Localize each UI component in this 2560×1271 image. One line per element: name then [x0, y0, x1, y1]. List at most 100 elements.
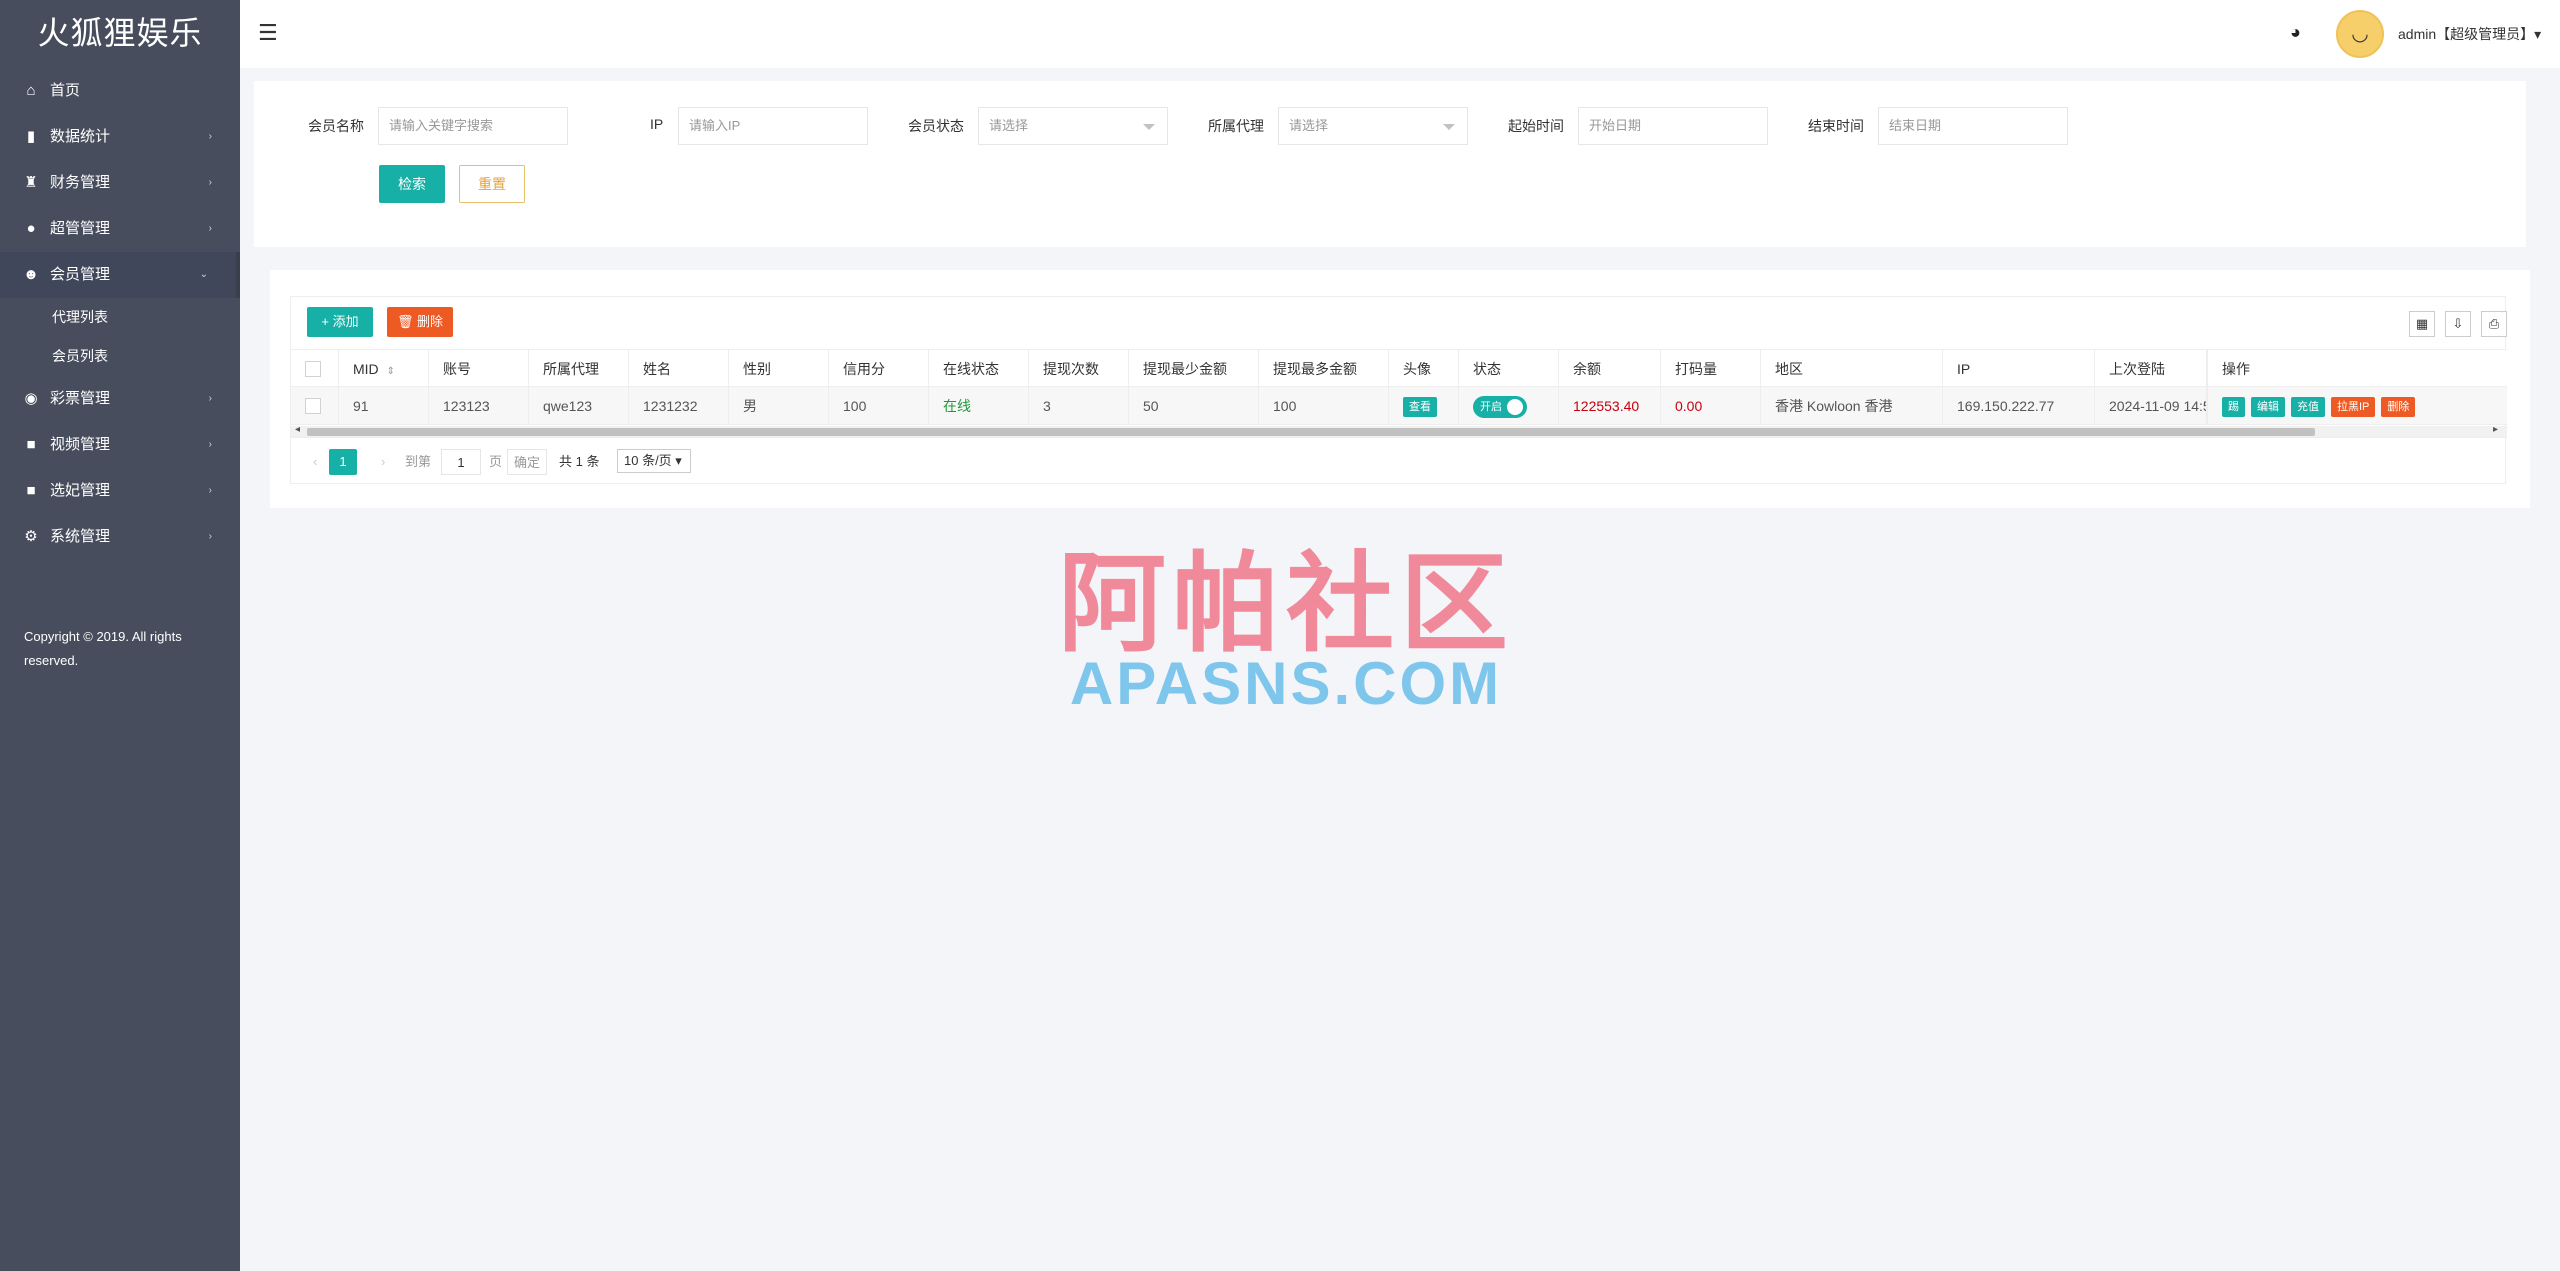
member-status-select[interactable]: 请选择: [978, 107, 1168, 145]
agent-label: 所属代理: [1208, 118, 1264, 134]
kick-button[interactable]: 踢: [2222, 397, 2245, 418]
page-confirm-button[interactable]: 确定: [507, 449, 547, 475]
recharge-button[interactable]: 充值: [2291, 397, 2325, 418]
sidebar-item-label: 彩票管理: [50, 390, 111, 407]
export-icon[interactable]: ⇩: [2445, 311, 2471, 337]
cell-bet-amount: 0.00: [1661, 387, 1761, 425]
col-balance: 余额: [1559, 350, 1661, 388]
cell-mid: 91: [339, 387, 429, 425]
col-mid[interactable]: MID ⇕: [339, 350, 429, 388]
print-icon[interactable]: ⎙: [2481, 311, 2507, 337]
hamburger-menu-icon[interactable]: ☰: [258, 22, 282, 46]
chevron-right-icon: ›: [208, 439, 212, 450]
col-ip: IP: [1943, 350, 2095, 388]
start-date-input[interactable]: 开始日期: [1578, 107, 1768, 145]
sidebar-item-label: 系统管理: [50, 528, 111, 545]
scroll-thumb[interactable]: [307, 428, 2315, 436]
next-page-icon[interactable]: ›: [381, 449, 385, 475]
users-icon: ☻: [23, 266, 39, 283]
col-avatar: 头像: [1389, 350, 1459, 388]
col-online: 在线状态: [929, 350, 1029, 388]
sidebar-item-label: 选妃管理: [50, 482, 111, 499]
col-name: 姓名: [629, 350, 729, 388]
video-icon: ■: [26, 482, 36, 499]
user-menu[interactable]: admin【超级管理员】▾: [2398, 24, 2541, 44]
cell-credit: 100: [829, 387, 929, 425]
sidebar-item-label: 会员管理: [50, 266, 111, 283]
chevron-right-icon: ›: [208, 177, 212, 188]
cell-avatar: 查看: [1389, 387, 1459, 425]
horizontal-scrollbar[interactable]: ◂ ▸: [291, 424, 2507, 438]
page-size-select[interactable]: 10 条/页 ▾: [617, 449, 691, 473]
chevron-down-icon: ⌄: [199, 269, 208, 280]
add-button[interactable]: + 添加: [307, 307, 373, 337]
chevron-right-icon: ›: [208, 223, 212, 234]
gamepad-icon: ◉: [24, 390, 38, 407]
total-count: 共 1 条: [559, 454, 600, 469]
chevron-right-icon: ›: [208, 531, 212, 542]
bank-icon: ♜: [24, 174, 38, 191]
delete-button[interactable]: 🗑 删除: [387, 307, 453, 337]
col-actions: 操作: [2207, 350, 2507, 388]
col-status: 状态: [1459, 350, 1559, 388]
sidebar-item-super-admin[interactable]: ● 超管管理 ›: [0, 206, 240, 252]
sidebar-item-system[interactable]: ⚙ 系统管理 ›: [0, 514, 240, 560]
cell-actions: 踢编辑 充值 拉黑IP 删除: [2207, 387, 2507, 425]
page-1-button[interactable]: 1: [329, 449, 357, 475]
status-toggle[interactable]: 开启: [1473, 396, 1527, 419]
table-row: 91 123123 qwe123 1231232 男 100 在线 3 50 1…: [291, 387, 2507, 425]
chevron-right-icon: ›: [208, 485, 212, 496]
col-gender: 性别: [729, 350, 829, 388]
cell-region: 香港 Kowloon 香港: [1761, 387, 1943, 425]
end-time-label: 结束时间: [1808, 118, 1864, 134]
sidebar-item-video[interactable]: ■ 视频管理 ›: [0, 422, 240, 468]
avatar[interactable]: ◡: [2336, 10, 2384, 58]
sidebar-subitem-agent-list[interactable]: 代理列表: [0, 298, 240, 337]
chevron-right-icon: ›: [208, 393, 212, 404]
bar-chart-icon: ▮: [26, 128, 36, 145]
watermark: 阿帕社区 APASNS.COM: [1036, 548, 1536, 714]
edit-button[interactable]: 编辑: [2251, 397, 2285, 418]
palette-icon[interactable]: ◕: [2290, 22, 2301, 43]
watermark-en: APASNS.COM: [1069, 650, 1503, 717]
cell-online-status: 在线: [929, 387, 1029, 425]
reset-button[interactable]: 重置: [459, 165, 525, 203]
sidebar-item-members[interactable]: ☻ 会员管理 ⌄: [0, 252, 240, 298]
sort-icon[interactable]: ⇕: [387, 366, 395, 377]
member-name-input[interactable]: 请输入关键字搜索: [378, 107, 568, 145]
sidebar-subitem-member-list[interactable]: 会员列表: [0, 337, 240, 376]
col-max-withdraw: 提现最多金额: [1259, 350, 1389, 388]
header-checkbox-cell: [291, 350, 339, 388]
table-card: + 添加 🗑 删除 ▦ ⇩ ⎙ MID ⇕ 账号 所属代理 姓名 性别 信用分 在…: [270, 270, 2530, 508]
chevron-right-icon: ›: [208, 131, 212, 142]
view-avatar-button[interactable]: 查看: [1403, 397, 1437, 418]
table-header: MID ⇕ 账号 所属代理 姓名 性别 信用分 在线状态 提现次数 提现最少金额 …: [291, 349, 2507, 388]
col-last-login: 上次登陆: [2095, 350, 2207, 388]
prev-page-icon[interactable]: ‹: [313, 449, 317, 475]
row-checkbox[interactable]: [305, 397, 321, 414]
page-number-input[interactable]: 1: [441, 449, 481, 475]
sidebar-item-concubine[interactable]: ■ 选妃管理 ›: [0, 468, 240, 514]
cell-account: 123123: [429, 387, 529, 425]
end-date-input[interactable]: 结束日期: [1878, 107, 2068, 145]
col-agent: 所属代理: [529, 350, 629, 388]
cell-ip: 169.150.222.77: [1943, 387, 2095, 425]
sidebar-item-label: 首页: [50, 82, 81, 99]
cell-max-withdraw: 100: [1259, 387, 1389, 425]
ip-label: IP: [650, 116, 664, 132]
cell-balance: 122553.40: [1559, 387, 1661, 425]
agent-select[interactable]: 请选择: [1278, 107, 1468, 145]
sidebar-item-finance[interactable]: ♜ 财务管理 ›: [0, 160, 240, 206]
sidebar-item-data-stats[interactable]: ▮ 数据统计 ›: [0, 114, 240, 160]
delete-row-button[interactable]: 删除: [2381, 397, 2416, 418]
ip-input[interactable]: 请输入IP: [678, 107, 868, 145]
sidebar-item-home[interactable]: ⌂ 首页: [0, 68, 240, 114]
row-checkbox-cell: [291, 387, 339, 425]
search-button[interactable]: 检索: [379, 165, 445, 203]
scroll-left-icon[interactable]: ◂: [295, 424, 300, 435]
select-all-checkbox[interactable]: [305, 360, 321, 377]
sidebar-item-lottery[interactable]: ◉ 彩票管理 ›: [0, 376, 240, 422]
columns-icon[interactable]: ▦: [2409, 311, 2435, 337]
scroll-right-icon[interactable]: ▸: [2493, 424, 2498, 435]
blacklist-ip-button[interactable]: 拉黑IP: [2331, 397, 2376, 418]
